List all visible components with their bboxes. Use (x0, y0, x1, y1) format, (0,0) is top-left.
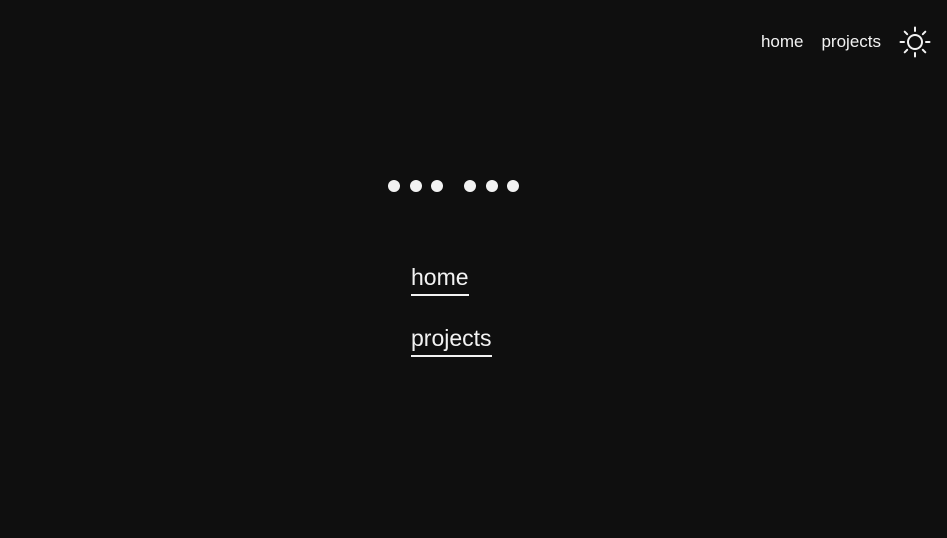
menu-projects-link[interactable]: projects (411, 323, 492, 357)
loading-dots (388, 180, 519, 192)
dot (388, 180, 400, 192)
top-nav: home projects (761, 26, 931, 58)
dot (507, 180, 519, 192)
dot (464, 180, 476, 192)
page: home projects home projects (0, 0, 947, 538)
sun-icon (899, 26, 931, 58)
theme-toggle-button[interactable] (899, 26, 931, 58)
dot (485, 180, 498, 192)
nav-projects-link[interactable]: projects (821, 26, 881, 58)
main-menu: home projects (411, 262, 492, 384)
nav-home-link[interactable]: home (761, 26, 804, 58)
dot (409, 180, 422, 192)
dot (431, 180, 443, 192)
menu-home-link[interactable]: home (411, 262, 469, 296)
